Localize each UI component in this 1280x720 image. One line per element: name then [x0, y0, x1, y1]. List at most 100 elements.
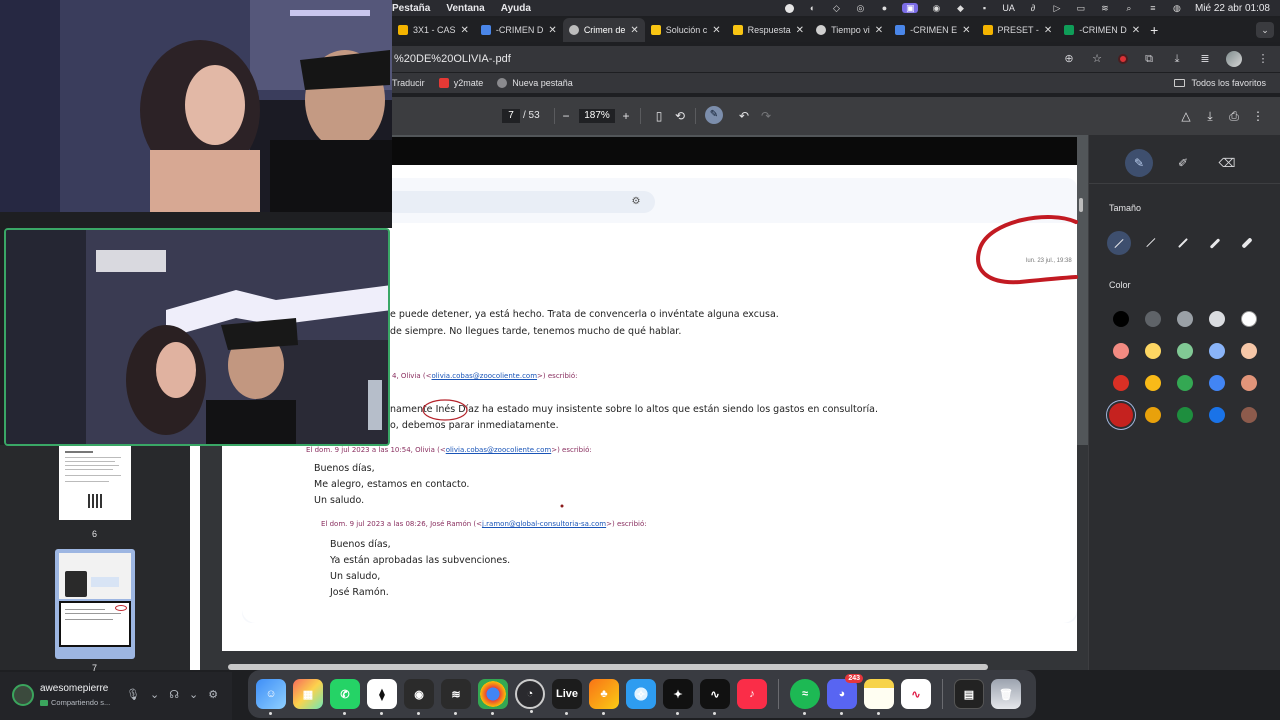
new-tab-button[interactable]: +: [1150, 22, 1158, 38]
minimized-window-icon[interactable]: ▤: [954, 679, 984, 709]
color-swatch[interactable]: [1109, 403, 1133, 427]
color-swatch[interactable]: [1145, 311, 1161, 327]
color-swatch[interactable]: [1209, 343, 1225, 359]
eraser-tool-icon[interactable]: ⌫: [1213, 149, 1241, 177]
reading-list-icon[interactable]: ≣: [1198, 52, 1212, 66]
tidal-icon[interactable]: ✦: [663, 679, 693, 715]
close-icon[interactable]: ✕: [796, 25, 804, 36]
menu-ayuda[interactable]: Ayuda: [501, 3, 531, 14]
color-swatch[interactable]: [1241, 311, 1257, 327]
url-text[interactable]: %20DE%20OLIVIA-.pdf: [394, 53, 511, 65]
safari-icon[interactable]: ✧: [626, 679, 656, 709]
drive-save-icon[interactable]: △: [1178, 108, 1194, 124]
color-swatch[interactable]: [1209, 407, 1225, 423]
bookmark-y2mate[interactable]: y2mate: [438, 78, 483, 88]
thumbnail-page-6[interactable]: [59, 445, 131, 520]
highlighter-tool-icon[interactable]: ✐: [1169, 149, 1197, 177]
more-menu-icon[interactable]: ⋮: [1256, 52, 1270, 66]
capcut-icon[interactable]: ⧫: [367, 679, 397, 715]
close-icon[interactable]: ✕: [875, 25, 883, 36]
size-option-5[interactable]: [1235, 231, 1259, 255]
activity-icon[interactable]: ◐: [806, 3, 818, 13]
control-center-icon[interactable]: ≡: [1147, 3, 1159, 13]
color-swatch[interactable]: [1177, 375, 1193, 391]
spotify-icon[interactable]: ≈: [790, 679, 820, 715]
link-icon[interactable]: ∂: [1027, 3, 1039, 13]
color-swatch[interactable]: [1177, 311, 1193, 327]
bookmark-star-icon[interactable]: ☆: [1090, 52, 1104, 66]
extensions-icon[interactable]: ⧉: [1142, 52, 1156, 66]
avatar[interactable]: [12, 684, 34, 706]
record-status-icon[interactable]: [785, 3, 795, 13]
close-icon[interactable]: ✕: [630, 25, 638, 36]
print-icon[interactable]: ⎙: [1226, 108, 1242, 124]
close-icon[interactable]: ✕: [1132, 25, 1140, 36]
waveform-app-icon[interactable]: ∿: [700, 679, 730, 715]
profile-avatar[interactable]: [1226, 51, 1242, 67]
redo-icon[interactable]: ↷: [758, 108, 774, 124]
mixer-icon[interactable]: ≋: [441, 679, 471, 715]
color-swatch[interactable]: [1209, 375, 1225, 391]
monitor-icon[interactable]: ◎: [854, 3, 866, 13]
drive-icon[interactable]: ◇: [830, 3, 842, 13]
rotate-icon[interactable]: ⟲: [672, 108, 688, 124]
close-icon[interactable]: ✕: [548, 25, 556, 36]
thumbnail-page-7[interactable]: [55, 549, 135, 659]
color-swatch[interactable]: [1145, 375, 1161, 391]
bookmark-translate[interactable]: Traducir: [392, 78, 425, 88]
zoom-level-input[interactable]: 187%: [579, 109, 615, 123]
color-swatch[interactable]: [1113, 343, 1129, 359]
microphone-icon[interactable]: 🎙︎: [126, 688, 140, 701]
siri-icon[interactable]: ◍: [1171, 3, 1183, 13]
all-bookmarks[interactable]: Todos los favoritos: [1174, 78, 1266, 88]
size-option-4[interactable]: [1203, 231, 1227, 255]
tab[interactable]: Respuesta ✕: [727, 18, 810, 42]
cloud-icon[interactable]: ◉: [930, 3, 942, 13]
download-icon[interactable]: ⤓: [1170, 52, 1184, 66]
battery-icon[interactable]: ▭: [1075, 3, 1087, 13]
email-link[interactable]: olivia.cobas@zoocoliente.com: [432, 372, 538, 380]
record-extension-icon[interactable]: [1118, 54, 1128, 64]
clock[interactable]: Mié 22 abr 01:08: [1195, 3, 1270, 14]
tab[interactable]: Solución c ✕: [645, 18, 727, 42]
menu-ventana[interactable]: Ventana: [446, 3, 484, 14]
menu-extra-icon[interactable]: ▪: [978, 3, 990, 13]
size-option-2[interactable]: [1139, 231, 1163, 255]
color-swatch[interactable]: [1113, 375, 1129, 391]
close-icon[interactable]: ✕: [461, 25, 469, 36]
page-number-input[interactable]: 7: [502, 109, 520, 123]
zoom-icon[interactable]: ⊕: [1062, 52, 1076, 66]
tab[interactable]: 3X1 - CAS ✕: [392, 18, 475, 42]
tab[interactable]: PRESET - ✕: [977, 18, 1059, 42]
bookmark-new-tab[interactable]: Nueva pestaña: [497, 78, 573, 88]
size-option-3[interactable]: [1171, 231, 1195, 255]
color-swatch[interactable]: [1209, 311, 1225, 327]
download-icon[interactable]: ⤓: [1202, 108, 1218, 124]
pen-tool-icon[interactable]: ✎: [1125, 149, 1153, 177]
keyboard-layout[interactable]: UA: [1002, 3, 1015, 13]
notes-icon[interactable]: [864, 679, 894, 715]
whatsapp-icon[interactable]: ✆: [330, 679, 360, 715]
freeform-icon[interactable]: ∿: [901, 679, 931, 709]
tab[interactable]: -CRIMEN E ✕: [889, 18, 976, 42]
settings-gear-icon[interactable]: ⚙: [208, 688, 218, 701]
trash-icon[interactable]: 🗑︎: [991, 679, 1021, 709]
tab[interactable]: -CRIMEN D ✕: [475, 18, 563, 42]
color-swatch[interactable]: [1241, 343, 1257, 359]
tab-active[interactable]: Crimen de ✕: [562, 18, 645, 42]
play-icon[interactable]: ▷: [1051, 3, 1063, 13]
music-icon[interactable]: ♪: [737, 679, 767, 709]
screen-share-icon[interactable]: ▣: [902, 3, 919, 13]
obs-icon[interactable]: ◔: [515, 679, 545, 713]
camera-icon[interactable]: ●: [878, 3, 890, 13]
headphones-icon[interactable]: ☊: [169, 688, 179, 701]
color-swatch[interactable]: [1241, 407, 1257, 423]
zoom-out-icon[interactable]: −: [558, 108, 574, 124]
tab[interactable]: Tiempo vi ✕: [810, 18, 889, 42]
tab-search-chevron-icon[interactable]: ⌄: [1256, 22, 1274, 38]
chevron-down-icon[interactable]: ⌄: [189, 688, 198, 701]
color-swatch[interactable]: [1241, 375, 1257, 391]
size-option-1[interactable]: [1107, 231, 1131, 255]
search-icon[interactable]: ⌕: [1123, 3, 1135, 13]
wifi-icon[interactable]: ≋: [1099, 3, 1111, 13]
